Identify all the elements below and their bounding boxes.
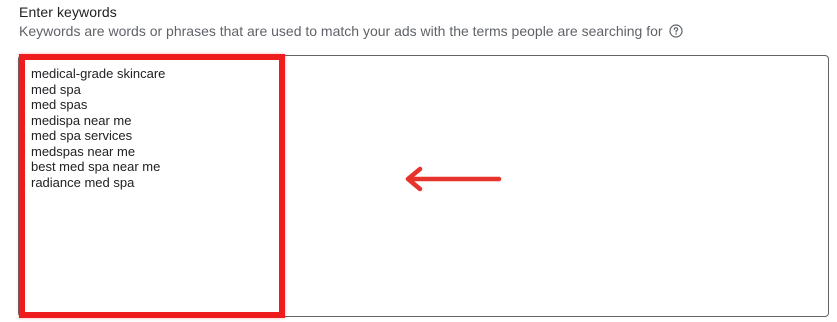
keyword-line: medispa near me: [31, 112, 132, 128]
keyword-line: med spa: [31, 81, 81, 97]
keywords-list: medical-grade skincare med spa med spas …: [31, 66, 165, 190]
helper-text-row: Keywords are words or phrases that are u…: [19, 23, 683, 39]
keyword-line: medical-grade skincare: [31, 66, 166, 81]
keyword-line: medspas near me: [31, 143, 136, 159]
keyword-line: med spa services: [31, 128, 133, 143]
keyword-line: med spas: [31, 97, 88, 112]
keyword-line: best med spa near me: [31, 159, 161, 174]
help-circle-icon[interactable]: [668, 24, 683, 38]
keyword-line: radiance med spa: [31, 174, 135, 190]
left-arrow-annotation-icon: [405, 166, 502, 192]
helper-text: Keywords are words or phrases that are u…: [19, 23, 663, 39]
section-title: Enter keywords: [19, 4, 117, 20]
